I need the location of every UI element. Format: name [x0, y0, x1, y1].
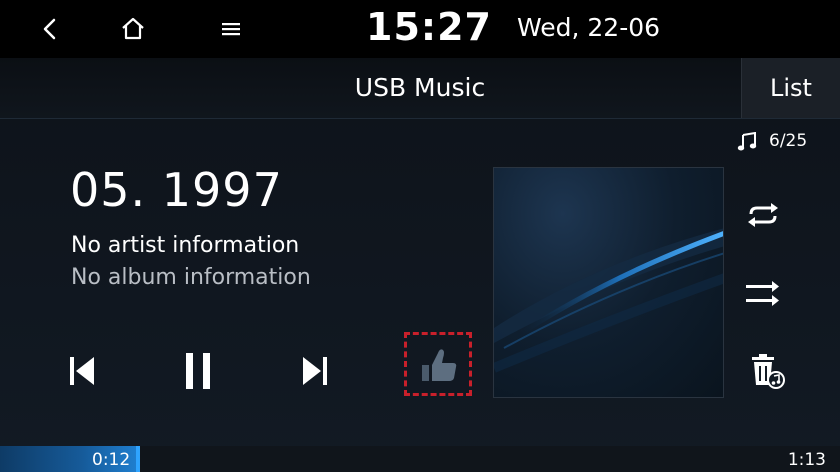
home-icon: [122, 17, 144, 40]
song-title: 05. 1997: [70, 163, 283, 217]
repeat-icon: [748, 203, 778, 227]
progress-handle[interactable]: [136, 446, 140, 472]
repeat-button[interactable]: [744, 200, 782, 230]
list-button[interactable]: List: [741, 58, 840, 118]
menu-button[interactable]: [213, 12, 249, 46]
track-count: 6/25: [769, 131, 808, 151]
skip-next-icon: [303, 357, 327, 385]
pause-button[interactable]: [183, 350, 213, 392]
usb-music-screen: 15:27 Wed, 22-06 USB Music List 6/25 05.…: [0, 0, 840, 472]
music-note-icon: [737, 132, 757, 151]
pause-icon: [186, 353, 210, 389]
previous-track-button[interactable]: [66, 353, 98, 389]
thumbs-up-icon: [422, 349, 457, 381]
progress-bar[interactable]: 0:12 1:13: [0, 446, 840, 472]
delete-track-icon: [752, 354, 785, 389]
clock: 15:27: [366, 5, 492, 49]
date: Wed, 22-06: [517, 13, 661, 42]
back-button[interactable]: [32, 12, 68, 46]
menu-icon: [222, 23, 240, 36]
skip-previous-icon: [70, 357, 94, 385]
chevron-left-icon: [43, 18, 56, 40]
shuffle-button[interactable]: [744, 279, 782, 309]
title-bar: USB Music List: [0, 58, 840, 119]
album-name: No album information: [71, 265, 311, 290]
album-art: [493, 167, 724, 398]
page-title: USB Music: [354, 73, 486, 102]
elapsed-time: 0:12: [92, 450, 131, 470]
status-bar: 15:27 Wed, 22-06: [0, 0, 840, 58]
total-time: 1:13: [787, 450, 826, 470]
shuffle-icon: [746, 281, 779, 306]
next-track-button[interactable]: [299, 353, 331, 389]
home-button[interactable]: [115, 12, 151, 46]
like-button[interactable]: [404, 332, 472, 396]
artist-name: No artist information: [71, 233, 300, 258]
delete-track-button[interactable]: [748, 352, 786, 390]
